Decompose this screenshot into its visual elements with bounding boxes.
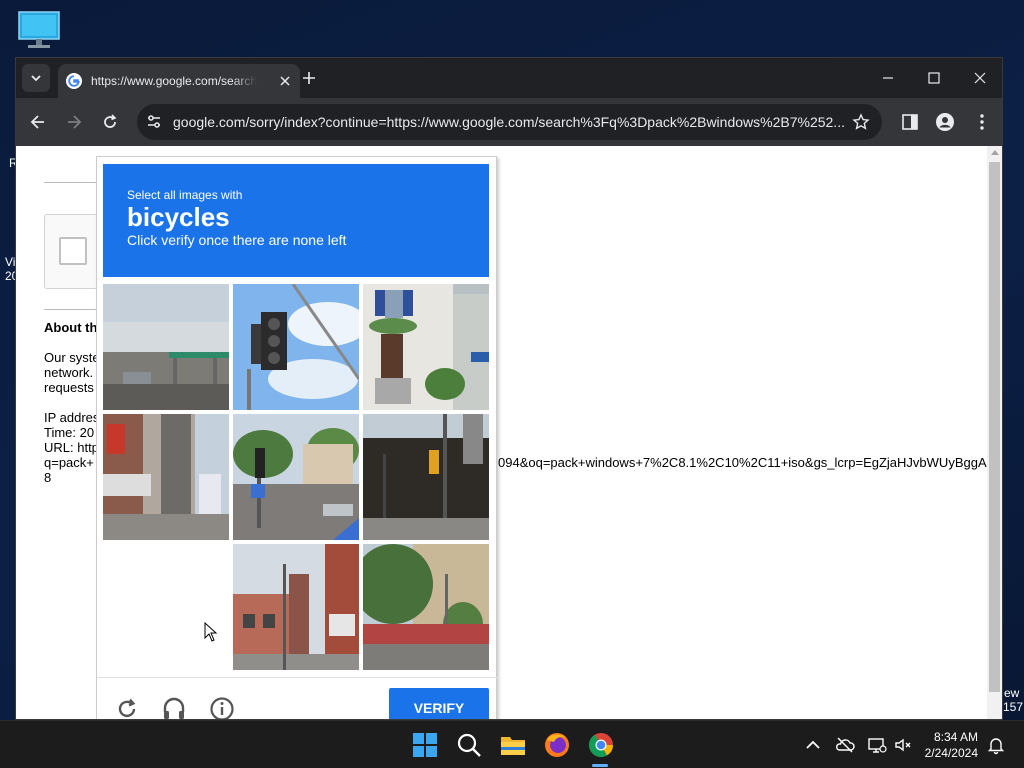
reload-challenge-icon[interactable] [114, 696, 140, 720]
new-tab-icon[interactable] [300, 69, 318, 87]
chrome-window: https://www.google.com/search?q=pack+win… [15, 57, 1003, 720]
captcha-tile[interactable] [363, 544, 489, 670]
title-bar: https://www.google.com/search?q=pack+win… [16, 58, 1002, 98]
this-pc-icon[interactable] [17, 10, 61, 50]
system-clock[interactable]: 8:34 AM 2/24/2024 [925, 729, 978, 761]
profile-icon[interactable] [935, 112, 955, 132]
clock-date: 2/24/2024 [924, 746, 978, 760]
tab-search-button[interactable] [22, 64, 50, 92]
chevron-down-icon [31, 75, 41, 82]
recaptcha-checkbox[interactable] [59, 237, 87, 265]
desktop-label-right: ew [1004, 686, 1020, 700]
site-info-icon[interactable] [145, 113, 163, 131]
minimize-icon[interactable] [878, 68, 898, 88]
back-icon[interactable] [28, 112, 48, 132]
captcha-tile[interactable] [233, 544, 359, 670]
address-bar[interactable]: google.com/sorry/index?continue=https://… [137, 104, 882, 140]
close-window-icon[interactable] [970, 68, 990, 88]
page-paragraph: network. [44, 365, 94, 380]
recaptcha-anchor [44, 214, 104, 289]
about-heading: About th [44, 320, 98, 335]
scroll-thumb[interactable] [989, 162, 1000, 692]
verify-button[interactable]: VERIFY [389, 688, 489, 719]
file-explorer-icon[interactable] [498, 730, 528, 760]
captcha-tile[interactable] [233, 414, 359, 540]
captcha-target: bicycles [127, 202, 230, 232]
captcha-tile[interactable] [233, 284, 359, 410]
desktop-label-left: Vi [5, 255, 16, 269]
page-scrollbar[interactable] [987, 146, 1002, 719]
page-content: About th Our syste network. requests IP … [16, 146, 1002, 719]
onedrive-offline-icon[interactable] [835, 735, 855, 755]
browser-toolbar: google.com/sorry/index?continue=https://… [16, 98, 1002, 146]
audio-challenge-icon[interactable] [161, 696, 187, 720]
captcha-footer: VERIFY [97, 677, 498, 720]
clock-time: 8:34 AM [933, 730, 978, 744]
divider [44, 309, 104, 310]
chrome-icon[interactable] [586, 730, 616, 760]
info-icon[interactable] [209, 696, 235, 720]
desktop-label-right: 157 [1003, 700, 1024, 714]
active-app-indicator [592, 764, 608, 767]
divider [44, 182, 104, 183]
volume-muted-icon[interactable] [893, 735, 913, 755]
tab-title: https://www.google.com/search?q=pack+win… [91, 74, 257, 88]
url-query-continuation: 094&oq=pack+windows+7%2C8.1%2C10%2C11+is… [498, 455, 987, 470]
time-line: Time: 20 [44, 425, 95, 440]
windows-start-icon[interactable] [410, 730, 440, 760]
captcha-tile[interactable] [103, 414, 229, 540]
captcha-header: Select all images with bicycles Click ve… [103, 164, 489, 277]
google-favicon-icon [66, 73, 82, 89]
captcha-tile[interactable] [363, 284, 489, 410]
page-paragraph: Our syste [44, 350, 100, 365]
page-paragraph: requests [44, 380, 94, 395]
captcha-tile[interactable] [103, 284, 229, 410]
network-icon[interactable] [867, 735, 887, 755]
notification-bell-icon[interactable] [986, 735, 1006, 755]
firefox-icon[interactable] [542, 730, 572, 760]
captcha-instruction: Click verify once there are none left [127, 232, 347, 248]
menu-kebab-icon[interactable] [972, 112, 992, 132]
taskbar: 8:34 AM 2/24/2024 [0, 720, 1024, 768]
side-panel-icon[interactable] [900, 112, 920, 132]
captcha-tile-empty[interactable] [103, 544, 229, 670]
bookmark-star-icon[interactable] [852, 113, 870, 131]
maximize-icon[interactable] [924, 68, 944, 88]
captcha-challenge: Select all images with bicycles Click ve… [96, 156, 498, 720]
tab-google[interactable]: https://www.google.com/search?q=pack+win… [58, 64, 300, 98]
mouse-cursor-icon [204, 622, 218, 642]
url-query-line-end: 8 [44, 470, 52, 485]
chevron-up-icon[interactable] [803, 735, 823, 755]
captcha-grid [103, 284, 489, 670]
scroll-up-arrow[interactable] [991, 150, 999, 155]
forward-icon[interactable] [64, 112, 84, 132]
url-line: URL: http [44, 440, 99, 455]
captcha-select-text: Select all images with [127, 188, 243, 202]
url-text[interactable]: google.com/sorry/index?continue=https://… [173, 114, 853, 130]
reload-icon[interactable] [100, 112, 120, 132]
search-icon[interactable] [454, 730, 484, 760]
close-tab-icon[interactable] [278, 74, 292, 88]
captcha-tile[interactable] [363, 414, 489, 540]
ip-address-line: IP addres [44, 410, 100, 425]
url-query-line: q=pack+ [44, 455, 94, 470]
